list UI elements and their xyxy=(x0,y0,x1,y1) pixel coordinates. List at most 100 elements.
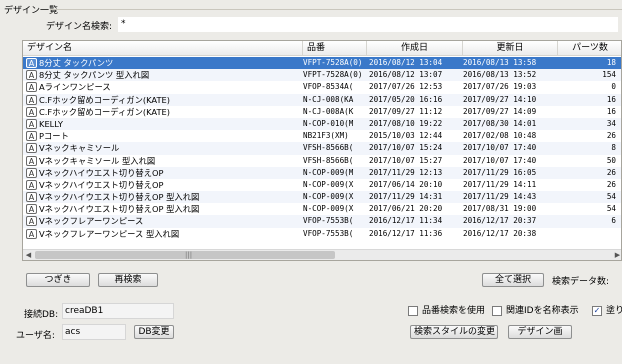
header-created[interactable]: 作成日 xyxy=(367,41,463,56)
code-cell: N-CJ-008A(K xyxy=(303,106,354,116)
updated-cell: 2017/08/31 19:00 xyxy=(463,204,537,214)
user-label: ユーザ名: xyxy=(16,331,55,341)
search-count-label: 検索データ数: xyxy=(552,277,610,287)
table-row[interactable]: A 8分丈 タックパンツ VFPT-7528A(0) 2016/08/12 13:04… xyxy=(23,57,621,70)
select-all-button[interactable]: 全て選択 xyxy=(482,273,544,287)
parts-cell: 26 xyxy=(606,131,616,141)
parts-cell: 54 xyxy=(606,204,616,214)
design-name-cell: KELLY xyxy=(39,118,63,129)
updated-cell: 2017/10/07 17:40 xyxy=(463,155,537,165)
design-icon: A xyxy=(26,58,37,68)
related-id-label: 関連IDを名称表示 xyxy=(506,306,579,316)
design-list[interactable]: デザイン名 品番 作成日 更新日 パーツ数 A 8分丈 タックパンツ VFPT-75… xyxy=(22,40,622,261)
created-cell: 2016/08/12 13:04 xyxy=(369,58,443,67)
created-cell: 2017/11/29 14:31 xyxy=(369,192,443,202)
table-row[interactable]: A C.Fホック留めコーディガン(KATE) N-CJ-008A(K 2017/09/… xyxy=(23,106,621,118)
design-icon: A xyxy=(26,143,37,154)
created-cell: 2015/10/03 12:44 xyxy=(369,131,443,141)
fill-label: 塗り xyxy=(606,306,622,316)
code-search-label: 品番検索を使用 xyxy=(422,306,486,316)
updated-cell: 2017/09/27 14:10 xyxy=(463,94,537,104)
scroll-grip-icon: ||| xyxy=(185,251,193,259)
table-row[interactable]: A 8分丈 タックパンツ 型入れ図 VFPT-7528A(0) 2016/08/12 … xyxy=(23,69,621,82)
table-row[interactable]: A Vネックハイウエスト切り替えOP 型入れ図 N-COP-009(X 2017/06… xyxy=(23,203,621,215)
table-row[interactable]: A Vネックフレアーワンピース 型入れ図 VFOP-7553B(2016/12/17… xyxy=(23,228,621,240)
next-button[interactable]: つぎき xyxy=(26,273,90,287)
updated-cell: 2017/11/29 14:11 xyxy=(463,179,537,189)
table-row[interactable]: A Vネックフレアーワンピース VFOP-7553B(2016/12/17 11:3… xyxy=(23,215,621,228)
design-name-cell: Vネックキャミソール xyxy=(39,143,120,154)
design-name-cell: Vネックハイウエスト切り替えOP 型入れ図 xyxy=(39,192,200,203)
table-row[interactable]: A C.Fホック留めコーディガン(KATE) N-CJ-008(KA 2017/05/… xyxy=(23,93,621,106)
db-change-button[interactable]: DB変更 xyxy=(134,325,174,339)
design-screen-button[interactable]: デザイン画 xyxy=(508,325,572,339)
design-icon: A xyxy=(26,179,37,190)
created-cell: 2017/07/26 12:53 xyxy=(369,82,443,92)
research-button[interactable]: 再検索 xyxy=(98,273,158,287)
checkbox-box[interactable] xyxy=(408,305,418,316)
table-row[interactable]: A Vネックハイウエスト切り替えOP N-COP-009(M 2017/11/29 1… xyxy=(23,166,621,179)
code-cell: VFOP-7553B( xyxy=(303,228,354,238)
created-cell: 2016/12/17 11:36 xyxy=(369,228,443,238)
parts-cell: 50 xyxy=(606,155,616,165)
design-icon: A xyxy=(26,192,37,203)
updated-cell: 2016/08/13 13:52 xyxy=(463,70,537,80)
updated-cell: 2016/12/17 20:38 xyxy=(463,228,537,238)
design-icon: A xyxy=(26,131,37,142)
scroll-left-icon[interactable]: ◀ xyxy=(23,250,34,260)
code-search-checkbox[interactable]: 品番検索を使用 xyxy=(408,305,485,317)
code-cell: VFPT-7528A(0) xyxy=(303,70,363,80)
header-name[interactable]: デザイン名 xyxy=(23,41,303,56)
search-style-change-button[interactable]: 検索スタイルの変更 xyxy=(410,325,498,339)
header-code[interactable]: 品番 xyxy=(303,41,367,56)
related-id-checkbox[interactable]: 関連IDを名称表示 xyxy=(492,305,579,317)
design-icon: A xyxy=(26,106,37,117)
scroll-right-icon[interactable]: ▶ xyxy=(612,250,621,260)
checkbox-box[interactable] xyxy=(492,305,502,316)
table-row[interactable]: A Pコート NB21F3(XM) 2015/10/03 12:44 2017/02/0… xyxy=(23,130,621,142)
header-parts[interactable]: パーツ数 xyxy=(558,41,621,56)
table-row[interactable]: A Aラインワンピース VFOP-8534A(2017/07/26 12:53 201… xyxy=(23,81,621,93)
design-icon: A xyxy=(26,167,37,178)
updated-cell: 2017/07/26 19:03 xyxy=(463,82,537,92)
created-cell: 2017/09/27 11:12 xyxy=(369,106,443,116)
created-cell: 2016/12/17 11:34 xyxy=(369,216,443,226)
table-row[interactable]: A KELLY N-COP-010(M 2017/08/10 19:22 2017/08… xyxy=(23,117,621,131)
design-name-cell: C.Fホック留めコーディガン(KATE) xyxy=(39,94,170,105)
parts-cell: 6 xyxy=(611,216,616,226)
updated-cell: 2016/12/17 20:37 xyxy=(463,216,537,226)
design-icon: A xyxy=(26,94,37,105)
parts-cell xyxy=(563,228,616,240)
table-row[interactable]: A Vネックハイウエスト切り替えOP N-COP-009(X 2017/06/14 2… xyxy=(23,179,621,191)
code-cell: N-CJ-008(KA xyxy=(303,94,354,104)
parts-cell: 0 xyxy=(611,82,616,92)
created-cell: 2017/08/10 19:22 xyxy=(369,118,443,128)
created-cell: 2017/11/29 12:13 xyxy=(369,167,443,177)
horizontal-scrollbar[interactable]: ◀ ||| ▶ xyxy=(23,249,621,260)
created-cell: 2017/06/14 20:10 xyxy=(369,179,443,189)
design-icon: A xyxy=(26,118,37,129)
code-cell: N-COP-009(X xyxy=(303,192,354,202)
table-row[interactable]: A Vネックキャミソール VFSH-8566B(2017/10/07 15:24 20… xyxy=(23,142,621,155)
updated-cell: 2017/11/29 16:05 xyxy=(463,167,537,177)
design-name-cell: Vネックハイウエスト切り替えOP xyxy=(39,167,164,178)
design-name-cell: C.Fホック留めコーディガン(KATE) xyxy=(39,106,170,117)
code-cell: VFOP-7553B( xyxy=(303,216,354,226)
parts-cell: 154 xyxy=(602,70,616,80)
search-input[interactable]: * xyxy=(118,17,618,32)
table-row[interactable]: A Vネックハイウエスト切り替えOP 型入れ図 N-COP-009(X 2017/11… xyxy=(23,191,621,204)
table-row[interactable]: A Vネックキャミソール 型入れ図 VFSH-8566B(2017/10/07 15… xyxy=(23,155,621,167)
fill-checkbox[interactable]: ✓ 塗り xyxy=(592,305,622,317)
updated-cell: 2017/02/08 10:48 xyxy=(463,131,537,141)
checkbox-box[interactable]: ✓ xyxy=(592,305,602,316)
updated-cell: 2016/08/13 13:58 xyxy=(463,58,537,67)
design-icon: A xyxy=(26,82,37,93)
group-divider xyxy=(50,9,622,10)
scroll-thumb[interactable]: ||| xyxy=(35,251,335,259)
db-field: creaDB1 xyxy=(62,303,174,319)
design-icon: A xyxy=(26,155,37,166)
header-updated[interactable]: 更新日 xyxy=(463,41,558,56)
design-icon: A xyxy=(26,204,37,215)
created-cell: 2017/05/20 16:16 xyxy=(369,94,443,104)
code-cell: VFSH-8566B( xyxy=(303,143,354,153)
